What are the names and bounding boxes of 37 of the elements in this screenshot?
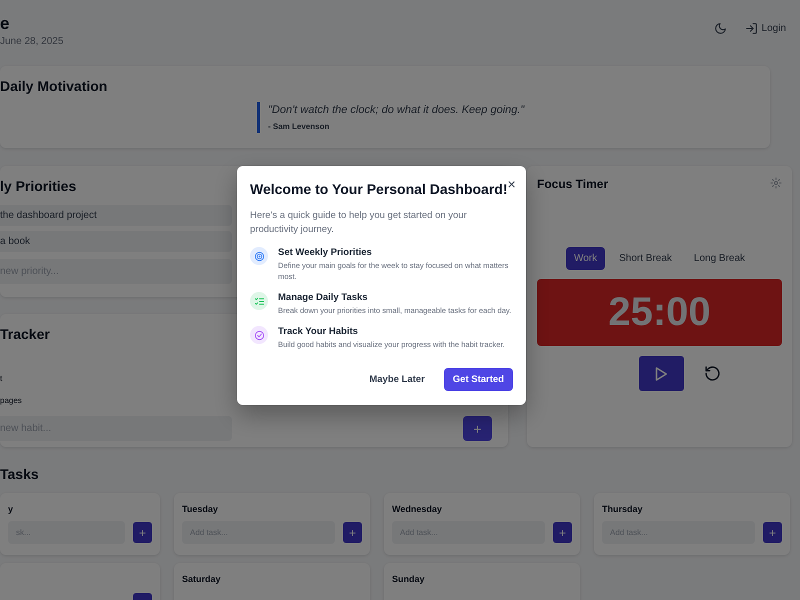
day-title: Wednesday [392,504,442,514]
quote-author: - Sam Levenson [268,122,330,131]
feature-title: Set Weekly Priorities [278,247,373,258]
add-button[interactable]: + [133,522,152,543]
day-title: Sunday [392,574,425,586]
day-title: Thursday [602,504,643,514]
card-title: ly Priorities [0,178,76,194]
day-title: y [8,504,14,514]
login-button[interactable]: Login [742,20,788,37]
add-button[interactable]: + [343,522,362,543]
add-button[interactable]: + [553,522,572,543]
quote-text: "Don't watch the clock; do what it does. Keep going." [268,104,526,116]
card-title: Daily Motivation [0,78,108,94]
get-started-button[interactable]: Get Started [444,368,513,391]
card-title: Focus Timer [537,177,608,191]
section-title: Tasks [0,466,40,482]
add-button[interactable]: + [763,522,782,543]
page-title: e [0,14,10,34]
feature-title: Manage Daily Tasks [278,292,369,303]
intro-text: Here's a quick guide to help you get started on your productivity journey. [250,209,468,237]
timer-display: 25:00 [537,279,782,346]
mode-tab[interactable]: Short Break [611,247,680,270]
add-button[interactable]: + [463,416,492,441]
dialog-title: Welcome to Your Personal Dashboard! [250,181,508,197]
day-title: Saturday [182,574,221,586]
maybe-later-button[interactable]: Maybe Later [360,368,434,391]
feature-title: Track Your Habits [278,326,359,337]
day-title: Tuesday [182,504,218,514]
priority-item: a book [0,231,232,252]
card-title: Tracker [0,326,50,342]
habit-name: pages [0,395,22,407]
mode-tab[interactable]: Work [566,247,606,270]
close-button[interactable]: × [508,178,516,190]
date-text: June 28, 2025 [0,36,64,47]
mode-tab[interactable]: Long Break [686,247,754,270]
priority-item: the dashboard project [0,205,232,226]
habit-name: t [0,373,2,385]
